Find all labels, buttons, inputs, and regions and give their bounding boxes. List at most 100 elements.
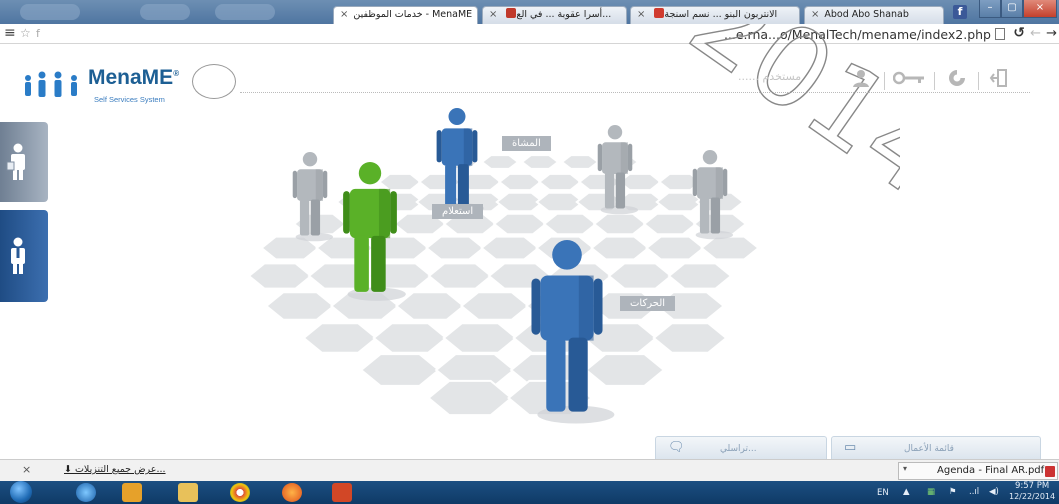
hex-tile (590, 235, 650, 261)
powerpoint-icon[interactable] (332, 483, 352, 502)
reload-icon[interactable]: ↺ (1013, 25, 1025, 41)
tab-close-icon[interactable]: × (340, 9, 348, 20)
blur-region (20, 4, 80, 20)
user-icon[interactable] (848, 68, 874, 92)
show-all-downloads-link[interactable]: ⬇ عرض جميع التنزيلات... (64, 464, 166, 475)
download-bar-close-icon[interactable]: × (22, 463, 31, 476)
services-scene: المشاة استعلام الحركات (230, 100, 790, 425)
header-separator (934, 72, 935, 90)
profile-circle-button[interactable] (192, 64, 236, 99)
messages-label: تراسلي... (720, 444, 757, 454)
volume-icon[interactable]: ◀) (989, 487, 999, 497)
blur-region (140, 4, 190, 20)
hex-tile (520, 154, 560, 170)
key-icon[interactable] (892, 68, 926, 92)
hex-tile (425, 235, 485, 261)
blur-region (215, 4, 275, 20)
tab-label: Abod Abo Shanab (824, 9, 909, 20)
tab-article[interactable]: × أسرا عقوبة ... في الع... (482, 6, 627, 24)
tab-close-icon[interactable]: × (811, 9, 819, 20)
tab-menaME[interactable]: × خدمات الموظفين - MenaME (333, 6, 478, 24)
tab-close-icon[interactable]: × (489, 9, 497, 20)
maximize-button[interactable]: ▢ (1001, 0, 1023, 18)
download-file-name: Agenda - Final AR.pdf (937, 465, 1045, 476)
logo-people-icon (25, 71, 77, 97)
person-icon (11, 237, 25, 274)
hex-tile (492, 212, 548, 236)
tab-close-icon[interactable]: × (637, 9, 645, 20)
hex-tile (427, 379, 513, 417)
internet-explorer-icon[interactable] (76, 483, 96, 502)
close-button[interactable]: × (1023, 0, 1057, 18)
logo-name: MenaME® (88, 66, 180, 89)
browser-titlebar: × خدمات الموظفين - MenaME × أسرا عقوبة ...… (0, 0, 1059, 24)
people-label[interactable]: المشاة (502, 136, 551, 151)
header-icons (848, 68, 1018, 94)
signal-icon[interactable]: ..ıl (969, 487, 979, 497)
tray-expand-icon[interactable]: ▲ (903, 487, 910, 497)
transactions-label[interactable]: الحركات (620, 296, 676, 311)
hex-tile (480, 235, 540, 261)
tasks-tab[interactable]: ▭ قائمة الأعمال (831, 436, 1041, 459)
side-tab-employee[interactable] (0, 122, 48, 202)
side-tab-services[interactable] (0, 210, 48, 302)
minimize-button[interactable]: – (979, 0, 1001, 18)
hex-tile (577, 172, 623, 192)
hex-tile (497, 172, 543, 192)
clock-date[interactable]: 12/22/2014 (1009, 492, 1055, 501)
window-controls: – ▢ × (979, 0, 1057, 18)
logout-icon[interactable] (986, 68, 1012, 92)
inquiry-label[interactable]: استعلام (432, 204, 484, 219)
menaME-logo[interactable]: MenaME® Self Services System (22, 66, 192, 112)
messages-tab[interactable]: 🗨 تراسلي... (655, 436, 827, 459)
url-field[interactable]: ...e.rna...o/MenalTech/mename/index2.php (724, 27, 991, 42)
hex-tile (264, 291, 336, 321)
address-placeholder: f (36, 27, 40, 40)
dropdown-icon[interactable]: ▾ (903, 464, 907, 473)
hex-tile (372, 322, 448, 354)
tab-facebook[interactable]: × Abod Abo Shanab (804, 6, 944, 24)
forward-arrow-icon[interactable]: → (1046, 26, 1057, 41)
hex-tile (459, 291, 531, 321)
media-player-icon[interactable] (122, 483, 142, 502)
clock-time[interactable]: 9:57 PM (1015, 481, 1049, 491)
hex-tile (427, 262, 493, 290)
tab-news[interactable]: × الانتربون البنو ... نسم اسنجة (630, 6, 800, 24)
tab-label: خدمات الموظفين - MenaME (353, 9, 473, 20)
hex-tile (560, 154, 600, 170)
settings-icon[interactable] (944, 68, 970, 92)
chrome-icon[interactable] (230, 483, 250, 502)
person-briefcase-icon (6, 143, 25, 180)
tab-label: أسرا عقوبة ... في الع... (516, 9, 612, 20)
tab-label: الانتربون البنو ... نسم اسنجة (664, 9, 778, 20)
page-icon (995, 28, 1005, 40)
firefox-icon[interactable] (282, 483, 302, 502)
hex-tile (442, 322, 518, 354)
hex-tile (359, 353, 441, 387)
bookmark-star-icon[interactable]: ☆ (20, 26, 31, 40)
hex-tile (394, 291, 466, 321)
hex-tile (667, 262, 733, 290)
language-indicator[interactable]: EN (877, 488, 889, 498)
user-label: ...... مستخدم (738, 70, 802, 83)
tasks-label: قائمة الأعمال (904, 444, 954, 454)
header-separator (978, 72, 979, 90)
chat-bubble-icon: 🗨 (668, 440, 685, 455)
hex-tile (584, 353, 666, 387)
hex-tile (302, 322, 378, 354)
hex-tile (700, 235, 760, 261)
file-explorer-icon[interactable] (178, 483, 198, 502)
hex-tile (645, 235, 705, 261)
hex-tile (480, 154, 520, 170)
menu-icon[interactable]: ≡ (4, 25, 16, 41)
show-all-label: عرض جميع التنزيلات... (74, 464, 166, 475)
facebook-icon[interactable]: f (953, 5, 967, 19)
network-icon[interactable]: ▦ (927, 487, 935, 497)
monitor-icon: ▭ (844, 440, 857, 455)
header-separator (884, 72, 885, 90)
start-button[interactable] (10, 481, 32, 503)
flag-icon[interactable]: ⚑ (949, 487, 957, 497)
windows-taskbar: EN ▲ ▦ ⚑ ..ıl ◀) 9:57 PM 12/22/2014 (0, 481, 1059, 504)
back-arrow-icon[interactable]: ← (1030, 26, 1041, 41)
download-item[interactable]: ▾ Agenda - Final AR.pdf (898, 462, 1058, 480)
